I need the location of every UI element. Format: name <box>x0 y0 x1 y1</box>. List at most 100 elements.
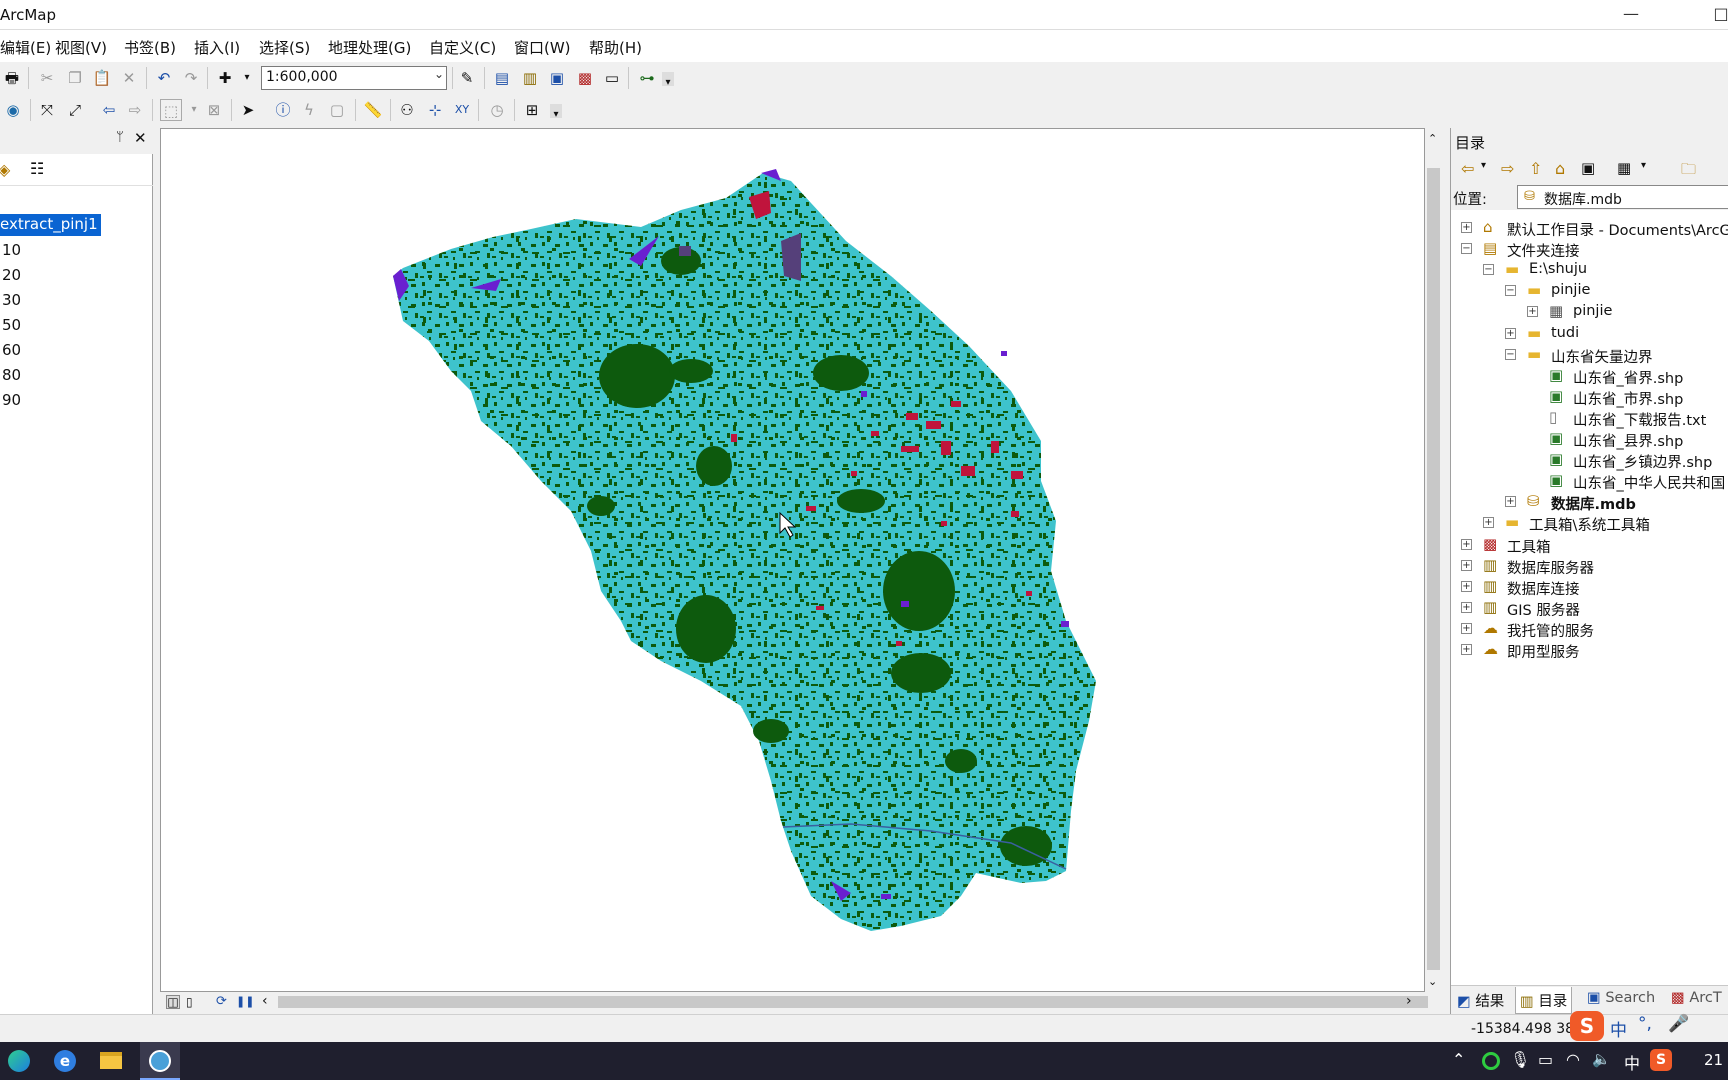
refresh-icon[interactable]: ⟳ <box>216 994 227 1009</box>
connect-folder-icon[interactable]: ▣ <box>1581 159 1595 177</box>
print-icon[interactable]: 🖶 <box>1 67 23 89</box>
add-data-icon[interactable]: ✚ <box>214 67 236 89</box>
catalog-tree-item[interactable]: ▣ 山东省_县界.shp <box>1451 429 1728 450</box>
chevron-down-icon[interactable]: ▾ <box>1481 160 1486 171</box>
tab-search[interactable]: ▣ Search <box>1587 990 1655 1006</box>
collapse-icon[interactable]: − <box>1461 243 1472 255</box>
tab-results[interactable]: ◩ 结果 <box>1457 990 1504 1011</box>
collapse-icon[interactable]: − <box>1505 285 1516 297</box>
catalog-tree-item[interactable]: ▣ 山东省_乡镇边界.shp <box>1451 450 1728 471</box>
toolbar-options-icon[interactable]: ▾ <box>550 104 562 120</box>
back-arrow-icon[interactable]: ⇦ <box>1461 159 1474 178</box>
menu-help[interactable]: 帮助(H) <box>589 37 642 58</box>
catalog-tree-item[interactable]: ▣ 山东省_省界.shp <box>1451 366 1728 387</box>
menu-window[interactable]: 窗口(W) <box>514 37 571 58</box>
fixed-zoom-in-icon[interactable]: ⤧ <box>36 99 58 121</box>
list-by-selection-icon[interactable]: ☷ <box>30 159 44 178</box>
tab-arctoolbox[interactable]: ▩ ArcT <box>1671 990 1722 1006</box>
expand-icon[interactable]: + <box>1461 622 1472 634</box>
modelbuilder-icon[interactable]: ⊶ <box>636 67 658 89</box>
menu-view[interactable]: 视图(V) <box>55 37 107 58</box>
catalog-tree-item[interactable]: + ▥ 数据库服务器 <box>1451 556 1728 577</box>
catalog-tree-item[interactable]: + ▥ GIS 服务器 <box>1451 598 1728 619</box>
cut-icon[interactable]: ✂ <box>36 67 58 89</box>
find-route-icon[interactable]: ⊹ <box>424 99 446 121</box>
hyperlink-icon[interactable]: ϟ <box>298 99 320 121</box>
expand-icon[interactable]: + <box>1527 306 1538 318</box>
ie-browser-icon[interactable]: e <box>54 1050 76 1072</box>
sogou-logo-icon[interactable]: S <box>1570 1011 1604 1041</box>
microphone-icon[interactable]: 🎤 <box>1668 1014 1689 1034</box>
catalog-tree-item[interactable]: ▣ 山东省_中华人民共和国 <box>1451 471 1728 492</box>
clock[interactable]: 21 <box>1704 1051 1723 1069</box>
expand-icon[interactable]: + <box>1461 580 1472 592</box>
measure-icon[interactable]: 📏 <box>362 99 384 121</box>
paste-icon[interactable]: 📋 <box>91 67 113 89</box>
scroll-left-icon[interactable]: ‹ <box>262 993 268 1009</box>
create-viewer-window-icon[interactable]: ⊞ <box>521 99 543 121</box>
catalog-tree-item[interactable]: ▣ 山东省_市界.shp <box>1451 387 1728 408</box>
ime-indicator[interactable]: 中 <box>1624 1050 1640 1074</box>
scroll-thumb[interactable] <box>278 996 1428 1008</box>
expand-icon[interactable]: + <box>1461 222 1472 233</box>
find-binoculars-icon[interactable]: ⚇ <box>396 99 418 121</box>
identify-icon[interactable]: ⓘ <box>272 99 294 121</box>
scroll-down-icon[interactable]: ⌄ <box>1428 975 1437 988</box>
list-by-source-icon[interactable]: ◈ <box>0 160 10 179</box>
select-elements-icon[interactable]: ➤ <box>237 99 259 121</box>
go-to-xy-icon[interactable]: XY <box>451 99 473 121</box>
menu-insert[interactable]: 插入(I) <box>194 37 240 58</box>
menu-edit[interactable]: 编辑(E) <box>0 37 51 58</box>
editor-toolbar-icon[interactable]: ✎ <box>456 67 478 89</box>
catalog-tree-item[interactable]: + ☁ 我托管的服务 <box>1451 619 1728 640</box>
catalog-tree-item[interactable]: + ⛁ 数据库.mdb <box>1451 492 1728 513</box>
menu-customize[interactable]: 自定义(C) <box>429 37 496 58</box>
scale-combobox[interactable]: 1:600,000 ⌄ <box>261 66 447 90</box>
collapse-icon[interactable]: − <box>1483 264 1494 276</box>
catalog-tree-item[interactable]: − ▬ pinjie <box>1451 281 1728 301</box>
catalog-tree-item[interactable]: − ▬ 山东省矢量边界 <box>1451 345 1728 366</box>
expand-icon[interactable]: + <box>1505 496 1516 508</box>
forward-arrow-icon[interactable]: ⇨ <box>124 99 146 121</box>
time-slider-icon[interactable]: ◷ <box>486 99 508 121</box>
battery-icon[interactable]: ▭ <box>1538 1050 1553 1069</box>
layer-name[interactable]: extract_pinj1 <box>0 214 101 236</box>
delete-icon[interactable]: ✕ <box>118 67 140 89</box>
new-folder-icon[interactable]: 🗀 <box>1681 159 1696 184</box>
edge-browser-icon[interactable] <box>8 1050 30 1072</box>
layout-view-icon[interactable]: ▯ <box>186 995 193 1009</box>
expand-icon[interactable]: + <box>1461 644 1472 655</box>
scroll-right-icon[interactable]: › <box>1406 993 1412 1009</box>
expand-icon[interactable]: + <box>1505 327 1516 339</box>
expand-icon[interactable]: + <box>1483 517 1494 529</box>
search-window-icon[interactable]: ▣ <box>546 67 568 89</box>
home-icon[interactable]: ⌂ <box>1555 159 1565 178</box>
clear-selection-icon[interactable]: ⊠ <box>203 99 225 121</box>
tab-catalog[interactable]: ▥ 目录 <box>1515 987 1573 1014</box>
fixed-zoom-out-icon[interactable]: ⤢ <box>64 99 86 121</box>
catalog-tree-item[interactable]: + ▬ 工具箱\系统工具箱 <box>1451 513 1728 534</box>
catalog-tree-item[interactable]: ▯ 山东省_下载报告.txt <box>1451 408 1728 429</box>
chevron-down-icon[interactable]: ▾ <box>183 99 205 121</box>
catalog-tree-item[interactable]: + ☁ 即用型服务 <box>1451 640 1728 661</box>
arctoolbox-icon[interactable]: ▩ <box>574 67 596 89</box>
chevron-down-icon[interactable]: ▾ <box>1641 160 1646 171</box>
expand-icon[interactable]: + <box>1461 601 1472 613</box>
forward-arrow-icon[interactable]: ⇨ <box>1501 159 1514 178</box>
pause-drawing-icon[interactable]: ❚❚ <box>236 995 254 1008</box>
scroll-up-icon[interactable]: ⌃ <box>1428 132 1437 145</box>
catalog-tree-item[interactable]: + ▬ tudi <box>1451 324 1728 344</box>
html-popup-icon[interactable]: ▢ <box>326 99 348 121</box>
chevron-down-icon[interactable]: ⌄ <box>434 67 444 81</box>
up-level-icon[interactable]: ⇧ <box>1529 159 1542 178</box>
punctuation-icon[interactable]: °, <box>1638 1014 1652 1034</box>
back-arrow-icon[interactable]: ⇦ <box>98 99 120 121</box>
maximize-button[interactable]: □ <box>1698 0 1728 30</box>
catalog-tree-item[interactable]: + ⌂ 默认工作目录 - Documents\ArcGIS <box>1451 218 1728 239</box>
volume-icon[interactable]: 🔈 <box>1592 1050 1611 1068</box>
chevron-down-icon[interactable]: ▾ <box>236 67 258 89</box>
map-vertical-scrollbar[interactable]: ⌃ ⌄ <box>1425 128 1442 990</box>
menu-bookmarks[interactable]: 书签(B) <box>124 37 176 58</box>
catalog-tree-item[interactable]: + ▩ 工具箱 <box>1451 535 1728 556</box>
toolbar-options-icon[interactable]: ▾ <box>662 72 674 88</box>
